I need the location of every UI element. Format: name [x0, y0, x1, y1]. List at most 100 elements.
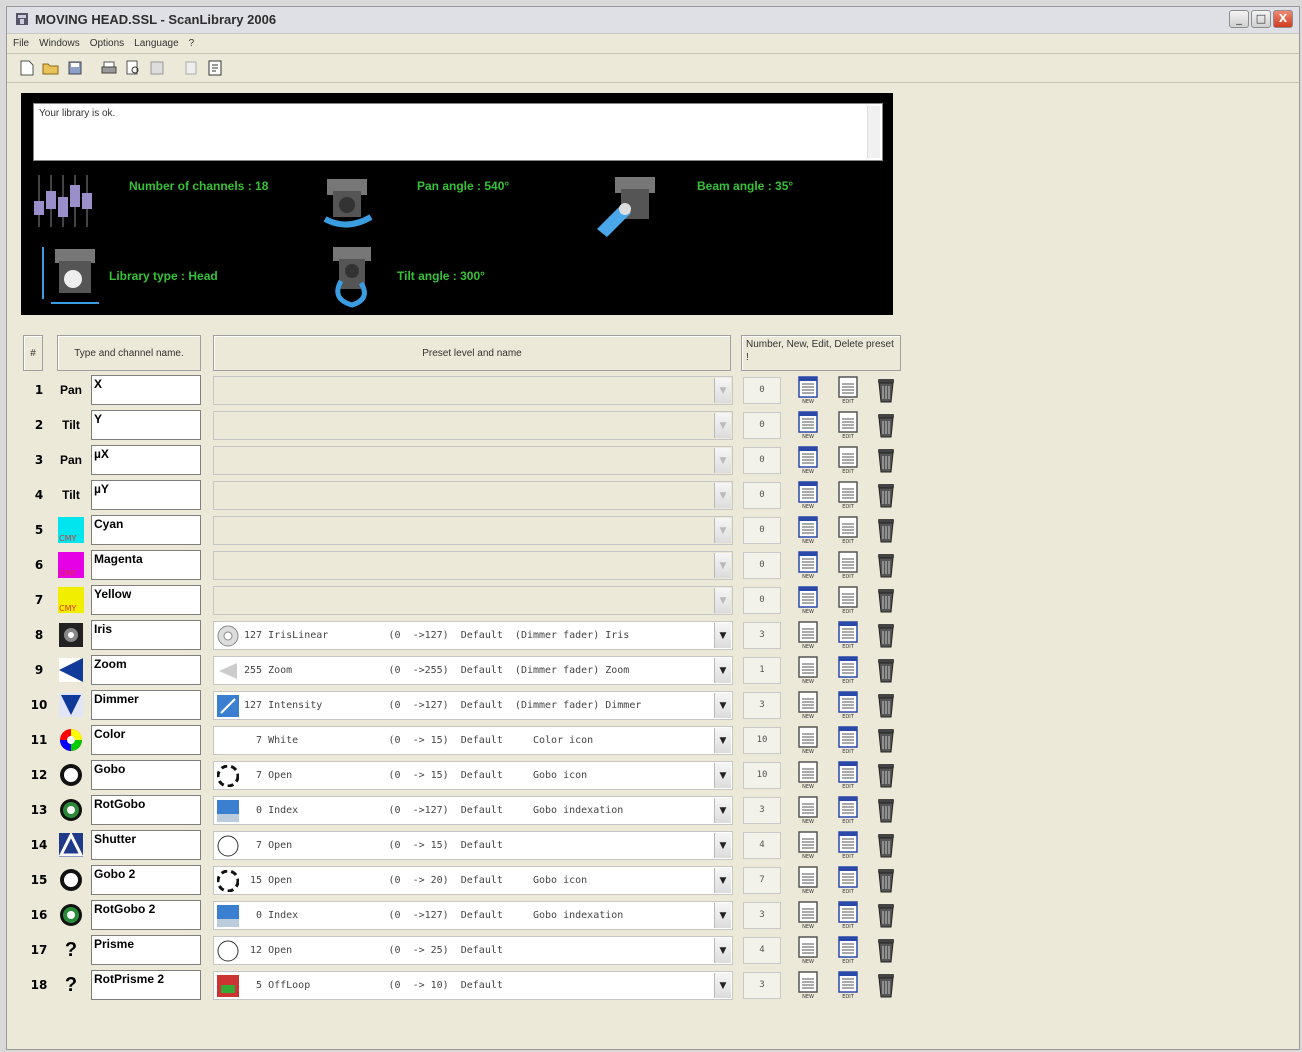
preset-select[interactable]: 7 White (0 -> 15) Default Color icon ▼ [213, 726, 733, 755]
edit-preset-icon[interactable]: EDIT [837, 726, 859, 755]
edit-preset-icon[interactable]: EDIT [837, 901, 859, 930]
menu-options[interactable]: Options [90, 38, 124, 49]
chevron-down-icon[interactable]: ▼ [714, 623, 731, 648]
new-icon[interactable] [17, 58, 37, 78]
preset-select[interactable]: 12 Open (0 -> 25) Default ▼ [213, 936, 733, 965]
minimize-button[interactable]: _ [1229, 10, 1249, 28]
delete-preset-icon[interactable] [875, 866, 897, 894]
preset-select[interactable]: 7 Open (0 -> 15) Default ▼ [213, 831, 733, 860]
maximize-button[interactable]: □ [1251, 10, 1271, 28]
new-preset-icon[interactable]: NEW [797, 656, 819, 685]
edit-preset-icon[interactable]: EDIT [837, 656, 859, 685]
delete-preset-icon[interactable] [875, 971, 897, 999]
preset-select[interactable]: 127 IrisLinear (0 ->127) Default (Dimmer… [213, 621, 733, 650]
delete-preset-icon[interactable] [875, 691, 897, 719]
menu-help[interactable]: ? [189, 38, 195, 49]
edit-preset-icon[interactable]: EDIT [837, 551, 859, 580]
status-message-box[interactable]: Your library is ok. [33, 103, 883, 161]
delete-preset-icon[interactable] [875, 901, 897, 929]
chevron-down-icon[interactable]: ▼ [714, 798, 731, 823]
delete-preset-icon[interactable] [875, 481, 897, 509]
channel-name-field[interactable]: Yellow [91, 585, 201, 615]
delete-preset-icon[interactable] [875, 656, 897, 684]
export-icon[interactable] [147, 58, 167, 78]
channel-name-field[interactable]: Y [91, 410, 201, 440]
new-preset-icon[interactable]: NEW [797, 481, 819, 510]
chevron-down-icon[interactable]: ▼ [714, 693, 731, 718]
new-preset-icon[interactable]: NEW [797, 516, 819, 545]
chevron-down-icon[interactable]: ▼ [714, 868, 731, 893]
edit-preset-icon[interactable]: EDIT [837, 936, 859, 965]
channel-name-field[interactable]: Shutter [91, 830, 201, 860]
preset-select[interactable]: ▼ [213, 376, 733, 405]
channel-name-field[interactable]: RotGobo 2 [91, 900, 201, 930]
delete-preset-icon[interactable] [875, 411, 897, 439]
new-preset-icon[interactable]: NEW [797, 446, 819, 475]
preset-select[interactable]: 7 Open (0 -> 15) Default Gobo icon ▼ [213, 761, 733, 790]
channel-name-field[interactable]: Dimmer [91, 690, 201, 720]
edit-preset-icon[interactable]: EDIT [837, 796, 859, 825]
channel-name-field[interactable]: Cyan [91, 515, 201, 545]
preset-select[interactable]: 0 Index (0 ->127) Default Gobo indexatio… [213, 901, 733, 930]
preset-select[interactable]: ▼ [213, 446, 733, 475]
edit-preset-icon[interactable]: EDIT [837, 761, 859, 790]
delete-preset-icon[interactable] [875, 726, 897, 754]
chevron-down-icon[interactable]: ▼ [714, 658, 731, 683]
import-icon[interactable] [181, 58, 201, 78]
edit-preset-icon[interactable]: EDIT [837, 621, 859, 650]
chevron-down-icon[interactable]: ▼ [714, 938, 731, 963]
document-icon[interactable] [205, 58, 225, 78]
message-scrollbar[interactable] [867, 106, 880, 158]
new-preset-icon[interactable]: NEW [797, 866, 819, 895]
preset-select[interactable]: ▼ [213, 411, 733, 440]
chevron-down-icon[interactable]: ▼ [714, 973, 731, 998]
preset-select[interactable]: 0 Index (0 ->127) Default Gobo indexatio… [213, 796, 733, 825]
chevron-down-icon[interactable]: ▼ [714, 903, 731, 928]
edit-preset-icon[interactable]: EDIT [837, 691, 859, 720]
new-preset-icon[interactable]: NEW [797, 586, 819, 615]
channel-name-field[interactable]: Prisme [91, 935, 201, 965]
channel-name-field[interactable]: Color [91, 725, 201, 755]
delete-preset-icon[interactable] [875, 761, 897, 789]
header-preset[interactable]: Preset level and name [213, 335, 731, 371]
delete-preset-icon[interactable] [875, 551, 897, 579]
new-preset-icon[interactable]: NEW [797, 761, 819, 790]
channel-name-field[interactable]: Zoom [91, 655, 201, 685]
channel-name-field[interactable]: X [91, 375, 201, 405]
delete-preset-icon[interactable] [875, 446, 897, 474]
menu-language[interactable]: Language [134, 38, 179, 49]
menu-windows[interactable]: Windows [39, 38, 80, 49]
new-preset-icon[interactable]: NEW [797, 376, 819, 405]
new-preset-icon[interactable]: NEW [797, 411, 819, 440]
preset-select[interactable]: 127 Intensity (0 ->127) Default (Dimmer … [213, 691, 733, 720]
channel-name-field[interactable]: Gobo 2 [91, 865, 201, 895]
chevron-down-icon[interactable]: ▼ [714, 763, 731, 788]
edit-preset-icon[interactable]: EDIT [837, 831, 859, 860]
title-bar[interactable]: MOVING HEAD.SSL - ScanLibrary 2006 _ □ X [7, 7, 1299, 34]
edit-preset-icon[interactable]: EDIT [837, 376, 859, 405]
delete-preset-icon[interactable] [875, 376, 897, 404]
channel-name-field[interactable]: Magenta [91, 550, 201, 580]
preset-select[interactable]: 15 Open (0 -> 20) Default Gobo icon ▼ [213, 866, 733, 895]
channel-name-field[interactable]: µX [91, 445, 201, 475]
delete-preset-icon[interactable] [875, 796, 897, 824]
channel-name-field[interactable]: RotGobo [91, 795, 201, 825]
channel-name-field[interactable]: µY [91, 480, 201, 510]
preset-select[interactable]: 255 Zoom (0 ->255) Default (Dimmer fader… [213, 656, 733, 685]
print-preview-icon[interactable] [123, 58, 143, 78]
new-preset-icon[interactable]: NEW [797, 691, 819, 720]
new-preset-icon[interactable]: NEW [797, 551, 819, 580]
preset-select[interactable]: 5 OffLoop (0 -> 10) Default ▼ [213, 971, 733, 1000]
delete-preset-icon[interactable] [875, 621, 897, 649]
edit-preset-icon[interactable]: EDIT [837, 446, 859, 475]
new-preset-icon[interactable]: NEW [797, 971, 819, 1000]
chevron-down-icon[interactable]: ▼ [714, 833, 731, 858]
header-actions[interactable]: Number, New, Edit, Delete preset ! [741, 335, 901, 371]
edit-preset-icon[interactable]: EDIT [837, 586, 859, 615]
close-button[interactable]: X [1273, 10, 1293, 28]
new-preset-icon[interactable]: NEW [797, 726, 819, 755]
edit-preset-icon[interactable]: EDIT [837, 866, 859, 895]
channel-name-field[interactable]: Iris [91, 620, 201, 650]
edit-preset-icon[interactable]: EDIT [837, 516, 859, 545]
delete-preset-icon[interactable] [875, 516, 897, 544]
